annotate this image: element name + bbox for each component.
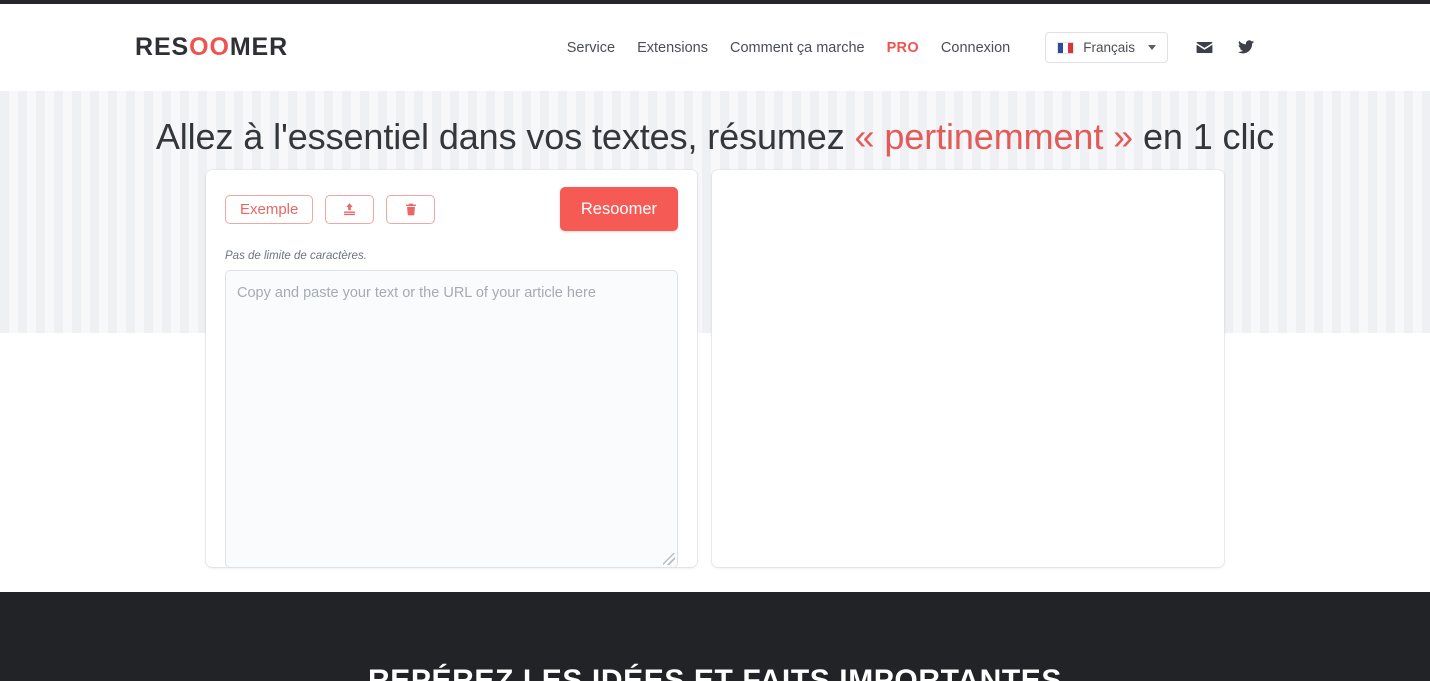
example-button[interactable]: Exemple [225,195,313,224]
editor-toolbar: Exemple [225,187,678,231]
nav-item-pro[interactable]: PRO [876,40,930,56]
page-title: Allez à l'essentiel dans vos textes, rés… [0,91,1430,155]
upload-button[interactable] [325,195,374,224]
language-label: Français [1083,40,1135,55]
chevron-down-icon [1148,45,1156,50]
hero-title-after: en 1 clic [1133,116,1274,157]
features-band: REPÉREZ LES IDÉES ET FAITS IMPORTANTES [0,592,1430,681]
main-navigation: Service Extensions Comment ça marche PRO… [556,40,1022,56]
page-root: RESOOMER Service Extensions Comment ça m… [0,0,1430,681]
source-text-input[interactable] [225,270,678,568]
logo-text-part2: MER [230,33,288,61]
twitter-icon[interactable] [1236,38,1255,57]
character-limit-note: Pas de limite de caractères. [225,250,678,262]
hero-title-accent: « pertinemment » [855,116,1134,157]
clear-button[interactable] [386,195,435,224]
nav-item-comment-ca-marche[interactable]: Comment ça marche [719,40,876,56]
input-panel: Exemple [206,170,697,567]
social-links [1195,38,1255,57]
upload-icon [342,202,357,217]
textarea-container [225,270,678,568]
nav-item-service[interactable]: Service [556,40,626,56]
trash-icon [404,202,418,217]
site-logo[interactable]: RESOOMER [135,35,288,60]
hero-title-before: Allez à l'essentiel dans vos textes, rés… [156,116,855,157]
site-header: RESOOMER Service Extensions Comment ça m… [0,4,1430,91]
logo-text-oo: OO [189,33,230,61]
features-band-title: REPÉREZ LES IDÉES ET FAITS IMPORTANTES [0,666,1430,681]
language-selector[interactable]: Français [1045,32,1168,63]
logo-text-part1: RES [135,33,189,61]
nav-item-connexion[interactable]: Connexion [930,40,1021,56]
email-icon[interactable] [1195,38,1214,57]
french-flag-icon [1057,42,1074,54]
resoomer-submit-button[interactable]: Resoomer [560,187,678,231]
output-panel[interactable] [712,170,1224,567]
header-right-group: Service Extensions Comment ça marche PRO… [556,32,1255,63]
summarizer-app: Exemple [0,170,1430,567]
nav-item-extensions[interactable]: Extensions [626,40,719,56]
